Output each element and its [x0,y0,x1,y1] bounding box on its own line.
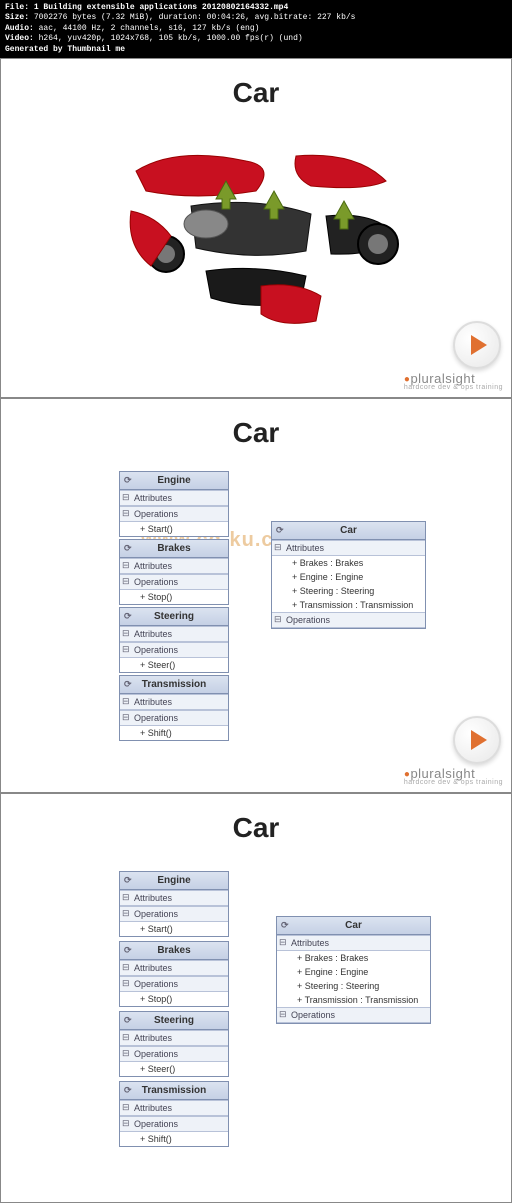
uml-attribute: + Steering : Steering [272,584,425,598]
uml-operation: + Start() [120,522,228,536]
file-value: 1 Building extensible applications 20120… [34,3,288,12]
uml-attributes-header: Attributes [120,1100,228,1116]
uml-class-brakes: Brakes Attributes Operations + Stop() [119,539,229,605]
thumbnail-panel-2: Car www.cg-ku.com Engine Attributes Oper… [0,398,512,793]
uml-operation: + Shift() [120,726,228,740]
uml-diagram-area: Engine Attributes Operations + Start() B… [1,856,511,1176]
uml-class-title: Brakes [120,540,228,558]
uml-attributes-header: Attributes [120,626,228,642]
uml-class-steering: Steering Attributes Operations + Steer() [119,607,229,673]
uml-operation: + Stop() [120,590,228,604]
size-value: 7002276 bytes (7.32 MiB), duration: 00:0… [34,13,356,22]
uml-operations-header: Operations [120,506,228,522]
thumbnail-panel-3: Car Engine Attributes Operations + Start… [0,793,512,1203]
video-label: Video: [5,34,34,43]
audio-value: aac, 44100 Hz, 2 channels, s16, 127 kb/s… [39,24,260,33]
panel-title: Car [1,399,511,461]
uml-class-title: Transmission [120,676,228,694]
brand-logo: ●pluralsight hardcore dev & ops training [404,371,503,391]
uml-class-title: Car [272,522,425,540]
uml-class-transmission: Transmission Attributes Operations + Shi… [119,1081,229,1147]
play-button[interactable] [453,321,501,369]
uml-operation: + Start() [120,922,228,936]
uml-operations-header: Operations [272,612,425,628]
uml-operations-header: Operations [120,574,228,590]
uml-class-engine: Engine Attributes Operations + Start() [119,871,229,937]
uml-attributes-header: Attributes [120,558,228,574]
uml-class-title: Steering [120,1012,228,1030]
uml-class-title: Car [277,917,430,935]
uml-attributes-header: Attributes [120,890,228,906]
uml-operation: + Stop() [120,992,228,1006]
uml-attribute: + Steering : Steering [277,979,430,993]
uml-operations-header: Operations [120,906,228,922]
generated-by: Generated by Thumbnail me [5,45,507,55]
uml-attribute: + Transmission : Transmission [277,993,430,1007]
thumbnail-panel-1: Car ●pluralsight hardcore dev & ops trai… [0,58,512,398]
car-svg [96,136,416,336]
uml-operations-header: Operations [120,1046,228,1062]
uml-class-title: Brakes [120,942,228,960]
uml-class-brakes: Brakes Attributes Operations + Stop() [119,941,229,1007]
metadata-header: File: 1 Building extensible applications… [0,0,512,58]
uml-attributes-header: Attributes [120,960,228,976]
uml-operation: + Steer() [120,658,228,672]
uml-attributes-header: Attributes [120,490,228,506]
panel-title: Car [1,794,511,856]
audio-label: Audio: [5,24,34,33]
uml-attribute: + Engine : Engine [272,570,425,584]
uml-attributes-header: Attributes [277,935,430,951]
uml-class-transmission: Transmission Attributes Operations + Shi… [119,675,229,741]
uml-attributes-header: Attributes [272,540,425,556]
uml-class-title: Steering [120,608,228,626]
uml-attribute: + Transmission : Transmission [272,598,425,612]
uml-operations-header: Operations [277,1007,430,1023]
uml-attributes-header: Attributes [120,1030,228,1046]
file-label: File: [5,3,29,12]
uml-operation: + Shift() [120,1132,228,1146]
uml-class-car: Car Attributes + Brakes : Brakes + Engin… [271,521,426,629]
uml-operations-header: Operations [120,1116,228,1132]
uml-class-steering: Steering Attributes Operations + Steer() [119,1011,229,1077]
uml-operations-header: Operations [120,710,228,726]
uml-class-title: Engine [120,472,228,490]
size-label: Size: [5,13,29,22]
uml-attribute: + Brakes : Brakes [277,951,430,965]
uml-class-title: Engine [120,872,228,890]
video-value: h264, yuv420p, 1024x768, 105 kb/s, 1000.… [39,34,303,43]
uml-class-car: Car Attributes + Brakes : Brakes + Engin… [276,916,431,1024]
uml-class-engine: Engine Attributes Operations + Start() [119,471,229,537]
brand-logo: ●pluralsight hardcore dev & ops training [404,766,503,786]
uml-operations-header: Operations [120,642,228,658]
uml-operation: + Steer() [120,1062,228,1076]
uml-attribute: + Brakes : Brakes [272,556,425,570]
car-exploded-illustration [1,121,511,351]
uml-diagram-area: Engine Attributes Operations + Start() B… [1,461,511,761]
uml-attributes-header: Attributes [120,694,228,710]
panel-title: Car [1,59,511,121]
uml-operations-header: Operations [120,976,228,992]
uml-class-title: Transmission [120,1082,228,1100]
uml-attribute: + Engine : Engine [277,965,430,979]
play-button[interactable] [453,716,501,764]
